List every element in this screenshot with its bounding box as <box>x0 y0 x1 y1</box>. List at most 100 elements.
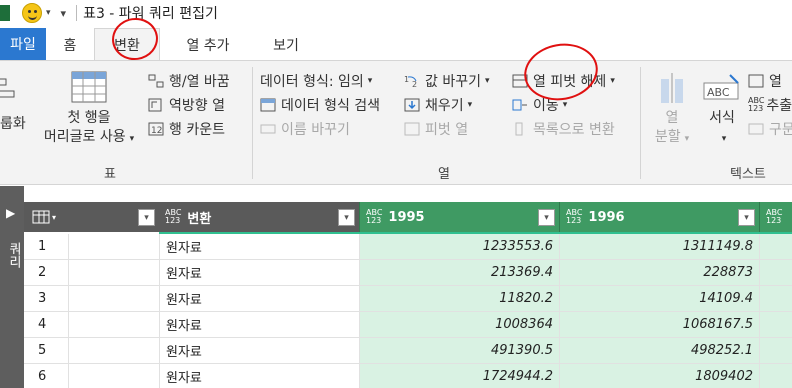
cell-transform[interactable]: 원자료 <box>159 312 359 338</box>
title-separator <box>76 5 78 21</box>
row-number[interactable]: 5 <box>24 338 68 364</box>
detect-data-type-button[interactable]: 데이터 형식 검색 <box>260 95 380 115</box>
type-abc123-icon[interactable]: ABC 123 <box>566 209 582 225</box>
svg-text:ABC: ABC <box>707 86 730 99</box>
cell-next[interactable] <box>759 260 792 286</box>
first-row-as-header-button[interactable]: 첫 행을 머리글로 사용 ▾ <box>34 69 144 153</box>
data-type-dropdown[interactable]: 데이터 형식: 임의 ▾ <box>260 71 372 91</box>
fill-button[interactable]: 채우기 ▾ <box>404 95 472 115</box>
count-rows-button[interactable]: 12 행 카운트 <box>148 119 225 139</box>
row-number[interactable]: 4 <box>24 312 68 338</box>
expand-arrow-icon[interactable]: ▶ <box>6 206 15 220</box>
column-header-1995[interactable]: ABC 123 1995 ▾ <box>359 202 559 232</box>
queries-pane-collapsed[interactable]: ▶ 쿼리 <box>0 186 24 388</box>
pivot-column-button[interactable]: 피벗 열 <box>404 119 468 139</box>
parse-icon <box>748 123 764 135</box>
move-button[interactable]: 이동 ▾ <box>512 95 567 115</box>
table-row[interactable]: 2 원자료 213369.4 228873 <box>24 260 792 286</box>
cell-blank[interactable] <box>68 338 159 364</box>
pivot-icon <box>404 122 420 136</box>
tab-file[interactable]: 파일 <box>0 28 46 60</box>
row-number[interactable]: 1 <box>24 234 68 260</box>
cell-next[interactable] <box>759 312 792 338</box>
parse-button[interactable]: 구문 <box>748 119 792 139</box>
cell-1995[interactable]: 213369.4 <box>359 260 559 286</box>
merge-columns-button[interactable]: 열 <box>748 71 782 91</box>
column-header-next[interactable]: ABC 123 <box>759 202 792 232</box>
replace-values-button[interactable]: 12 값 바꾸기 ▾ <box>404 71 490 91</box>
tab-view[interactable]: 보기 <box>256 30 316 60</box>
extract-button[interactable]: ABC 123 추출 <box>748 95 792 115</box>
group-separator <box>252 67 253 179</box>
cell-1995[interactable]: 1008364 <box>359 312 559 338</box>
cell-blank[interactable] <box>68 260 159 286</box>
cell-transform[interactable]: 원자료 <box>159 338 359 364</box>
extract-label: 추출 <box>766 98 792 114</box>
cell-transform[interactable]: 원자료 <box>159 286 359 312</box>
cell-1995[interactable]: 11820.2 <box>359 286 559 312</box>
table-row[interactable]: 5 원자료 491390.5 498252.1 <box>24 338 792 364</box>
group-by-button[interactable]: 룹화 <box>0 75 32 135</box>
row-number[interactable]: 6 <box>24 364 68 388</box>
convert-to-list-button[interactable]: 목록으로 변환 <box>512 119 615 139</box>
tab-add-column[interactable]: 열 추가 <box>160 30 256 60</box>
cell-transform[interactable]: 원자료 <box>159 234 359 260</box>
filter-dropdown-icon[interactable]: ▾ <box>338 209 355 226</box>
rename-button[interactable]: 이름 바꾸기 <box>260 119 350 139</box>
type-abc123-icon[interactable]: ABC 123 <box>366 209 382 225</box>
table-row[interactable]: 1 원자료 1233553.6 1311149.8 <box>24 234 792 260</box>
cell-next[interactable] <box>759 364 792 388</box>
type-abc123-icon[interactable]: ABC 123 <box>165 209 181 225</box>
cell-next[interactable] <box>759 286 792 312</box>
column-header-blank[interactable]: ▾ <box>68 202 159 232</box>
cell-1996[interactable]: 1809402 <box>559 364 759 388</box>
filter-dropdown-icon[interactable]: ▾ <box>738 209 755 226</box>
type-abc123-icon[interactable]: ABC 123 <box>766 209 782 225</box>
cell-blank[interactable] <box>68 286 159 312</box>
chevron-down-icon: ▾ <box>610 76 615 86</box>
cell-next[interactable] <box>759 338 792 364</box>
column-header-transform[interactable]: ABC 123 변환 ▾ <box>159 202 359 232</box>
cell-blank[interactable] <box>68 234 159 260</box>
table-icon <box>32 210 50 224</box>
cell-1995[interactable]: 1724944.2 <box>359 364 559 388</box>
table-row[interactable]: 6 원자료 1724944.2 1809402 <box>24 364 792 388</box>
filter-dropdown-icon[interactable]: ▾ <box>138 209 155 226</box>
table-row[interactable]: 4 원자료 1008364 1068167.5 <box>24 312 792 338</box>
first-row-label-1: 첫 행을 <box>67 110 111 126</box>
chevron-down-icon[interactable]: ▾ <box>46 8 51 18</box>
split-column-button[interactable]: 열 분할 ▾ <box>648 69 696 161</box>
tab-home[interactable]: 홈 <box>46 30 94 60</box>
unpivot-icon <box>512 74 528 88</box>
tab-transform[interactable]: 변환 <box>94 28 160 60</box>
table-menu-button[interactable]: ▾ <box>24 202 68 232</box>
cell-transform[interactable]: 원자료 <box>159 260 359 286</box>
cell-1996[interactable]: 228873 <box>559 260 759 286</box>
reverse-rows-label: 역방향 열 <box>169 98 225 114</box>
filter-dropdown-icon[interactable]: ▾ <box>538 209 555 226</box>
cell-1996[interactable]: 1068167.5 <box>559 312 759 338</box>
cell-1996[interactable]: 498252.1 <box>559 338 759 364</box>
cell-1995[interactable]: 1233553.6 <box>359 234 559 260</box>
window-title: 표3 - 파워 쿼리 편집기 <box>83 6 218 22</box>
data-type-label: 데이터 형식: 임의 <box>260 74 364 90</box>
format-button[interactable]: ABC 서식 ▾ <box>700 69 744 161</box>
cell-1996[interactable]: 1311149.8 <box>559 234 759 260</box>
transpose-button[interactable]: 행/열 바꿈 <box>148 71 230 91</box>
column-header-1996[interactable]: ABC 123 1996 ▾ <box>559 202 759 232</box>
smiley-icon[interactable] <box>22 3 42 23</box>
cell-next[interactable] <box>759 234 792 260</box>
table-row[interactable]: 3 원자료 11820.2 14109.4 <box>24 286 792 312</box>
cell-blank[interactable] <box>68 312 159 338</box>
unpivot-columns-button[interactable]: 열 피벗 해제 ▾ <box>512 71 615 91</box>
quick-access-more-icon[interactable]: ▾ <box>61 7 67 20</box>
row-number[interactable]: 3 <box>24 286 68 312</box>
row-number[interactable]: 2 <box>24 260 68 286</box>
count-rows-icon: 12 <box>148 122 164 136</box>
cell-1996[interactable]: 14109.4 <box>559 286 759 312</box>
cell-transform[interactable]: 원자료 <box>159 364 359 388</box>
cell-blank[interactable] <box>68 364 159 388</box>
reverse-rows-button[interactable]: 역방향 열 <box>148 95 225 115</box>
cell-1995[interactable]: 491390.5 <box>359 338 559 364</box>
group-separator <box>640 67 641 179</box>
